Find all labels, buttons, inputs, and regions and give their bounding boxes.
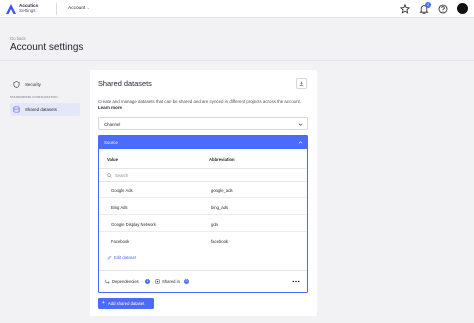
dataset-channel-collapsed[interactable]: Channel <box>98 117 308 130</box>
dataset-name: Channel <box>104 121 121 127</box>
shared-datasets-panel: Shared datasets Create and manage datase… <box>90 70 317 316</box>
panel-description: Create and manage datasets that can be s… <box>98 99 303 110</box>
search-input[interactable]: Search <box>99 168 307 182</box>
more-options-icon[interactable] <box>292 279 300 284</box>
star-icon[interactable] <box>400 4 410 14</box>
brand-subtitle: Settings <box>19 8 36 14</box>
sidebar-item-label: Shared datasets <box>25 107 57 112</box>
description-text: Create and manage datasets that can be s… <box>98 99 301 104</box>
sidebar-section-heading: STANDARDIZE CONFIGURATION <box>10 95 58 99</box>
table-row[interactable]: Facebook facebook <box>99 233 307 249</box>
dependencies-label: Dependencies <box>112 279 139 284</box>
dataset-source-header[interactable]: Source <box>99 136 307 149</box>
account-breadcrumb[interactable]: Account ⌄ <box>68 6 90 11</box>
row-value: Facebook <box>111 238 130 244</box>
learn-more-link[interactable]: Learn more <box>98 105 122 110</box>
sidebar-item-security[interactable]: Security <box>10 79 80 90</box>
column-header-value: Value <box>107 157 118 162</box>
brand: Accutics Settings <box>19 3 38 13</box>
search-icon <box>107 173 112 178</box>
dependencies-count: 1 <box>145 278 150 284</box>
dataset-source-expanded: Source Value Abbreviation Search Google … <box>98 135 308 293</box>
sidebar-item-label: Security <box>25 82 41 87</box>
link-arrow-icon <box>105 279 110 284</box>
search-placeholder: Search <box>115 173 129 178</box>
divider <box>99 270 307 271</box>
row-abbreviation: facebook <box>211 238 228 244</box>
column-header-abbreviation: Abbreviation <box>209 157 235 162</box>
top-bar: Accutics Settings Account ⌄ 2 <box>0 0 474 18</box>
add-shared-dataset-button[interactable]: + Add shared dataset <box>98 298 154 309</box>
table-row[interactable]: Google Display Network gdn <box>99 216 307 232</box>
add-shared-dataset-label: Add shared dataset <box>108 301 145 307</box>
table-row[interactable]: Google Ads google_ads <box>99 182 307 198</box>
shared-in-label: Shared in <box>162 279 180 284</box>
chevron-down-icon <box>298 123 303 126</box>
row-value: Google Display Network <box>111 221 156 227</box>
user-avatar[interactable] <box>457 3 468 14</box>
shared-in-count: 0 <box>184 278 189 284</box>
row-value: Google Ads <box>111 187 133 193</box>
page-title: Account settings <box>10 42 84 53</box>
sidebar-item-shared-datasets[interactable]: Shared datasets <box>10 103 80 116</box>
share-icon <box>155 279 160 284</box>
export-button[interactable] <box>296 78 307 89</box>
row-abbreviation: bing_ads <box>211 204 228 210</box>
download-icon <box>299 81 304 86</box>
help-icon[interactable] <box>438 4 448 14</box>
go-back-link[interactable]: Go back <box>10 36 26 41</box>
divider <box>0 60 474 61</box>
plus-icon: + <box>102 299 105 306</box>
row-value: Bing Ads <box>111 204 128 210</box>
dataset-name: Source <box>104 139 118 145</box>
table-row[interactable]: Bing Ads bing_ads <box>99 199 307 215</box>
shield-icon <box>13 81 20 88</box>
notification-badge: 2 <box>425 2 431 8</box>
chevron-down-icon: ⌄ <box>86 6 90 10</box>
accutics-logo-icon <box>6 4 16 14</box>
panel-title: Shared datasets <box>98 79 152 88</box>
chevron-up-icon <box>298 141 303 144</box>
account-breadcrumb-label: Account <box>68 6 86 11</box>
row-abbreviation: google_ads <box>211 187 233 193</box>
row-abbreviation: gdn <box>211 221 218 227</box>
dataset-icon <box>13 106 20 113</box>
divider <box>56 3 57 15</box>
edit-dataset-label: Edit dataset <box>114 255 137 260</box>
pencil-icon <box>107 255 112 260</box>
